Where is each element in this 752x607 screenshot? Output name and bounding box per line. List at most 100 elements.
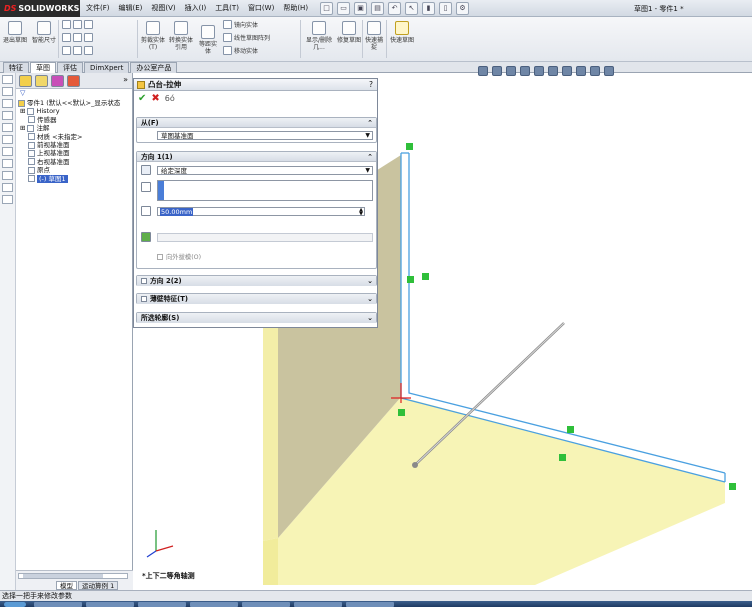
- tab-office-products[interactable]: 办公室产品: [130, 62, 178, 73]
- repair-sketch-button[interactable]: 修复草图: [337, 21, 361, 44]
- taskbar-button[interactable]: [190, 602, 238, 607]
- help-button[interactable]: ?: [369, 79, 373, 91]
- exit-sketch-button[interactable]: 退出草图: [3, 21, 27, 44]
- collapse-chevron-icon[interactable]: ⌃: [367, 152, 373, 162]
- strip-tool-icon[interactable]: [2, 183, 13, 192]
- hide-show-items-icon[interactable]: [562, 66, 572, 76]
- slot-tool[interactable]: [62, 46, 93, 55]
- linear-pattern-button[interactable]: 线性草图阵列: [223, 33, 270, 42]
- trim-entities-button[interactable]: 剪裁实体(T): [141, 21, 165, 51]
- display-style-icon[interactable]: [548, 66, 558, 76]
- apply-scene-icon[interactable]: [590, 66, 600, 76]
- tree-item-history[interactable]: ⊞ History: [16, 107, 132, 115]
- relation-marker[interactable]: [398, 409, 405, 416]
- strip-tool-icon[interactable]: [2, 111, 13, 120]
- property-manager-tab-icon[interactable]: [35, 75, 48, 87]
- ok-check-icon[interactable]: ✔: [138, 93, 146, 104]
- tree-item-front-plane[interactable]: 前视基准面: [16, 141, 132, 149]
- new-file-icon[interactable]: □: [320, 2, 333, 15]
- depth-spinner-icon[interactable]: ▲ ▼: [359, 208, 363, 217]
- tab-sketch[interactable]: 草图: [30, 62, 56, 73]
- tab-features[interactable]: 特征: [3, 62, 29, 73]
- filter-icon[interactable]: ▽: [16, 89, 132, 99]
- rapid-sketch-button[interactable]: 快速草图: [390, 21, 414, 44]
- start-button[interactable]: [4, 602, 26, 607]
- save-icon[interactable]: ▣: [354, 2, 367, 15]
- tab-model[interactable]: 模型: [56, 581, 77, 590]
- relation-marker[interactable]: [559, 454, 566, 461]
- expand-icon[interactable]: ⊞: [20, 124, 25, 132]
- relation-marker[interactable]: [567, 426, 574, 433]
- zoom-to-fit-icon[interactable]: [478, 66, 488, 76]
- offset-entities-button[interactable]: 等距实体: [197, 25, 219, 55]
- draft-toggle-icon[interactable]: [141, 232, 151, 242]
- tree-item-material[interactable]: 材质 <未指定>: [16, 133, 132, 141]
- menu-insert[interactable]: 插入(I): [185, 3, 207, 13]
- expand-panel-icon[interactable]: »: [123, 75, 128, 84]
- taskbar-button[interactable]: [242, 602, 290, 607]
- view-orientation-icon[interactable]: [534, 66, 544, 76]
- zoom-to-area-icon[interactable]: [492, 66, 502, 76]
- taskbar-button[interactable]: [138, 602, 186, 607]
- strip-tool-icon[interactable]: [2, 135, 13, 144]
- tree-item-sketch1[interactable]: (-) 草图1: [16, 174, 132, 183]
- expand-icon[interactable]: ⊞: [20, 107, 25, 115]
- menu-file[interactable]: 文件(F): [86, 3, 110, 13]
- tree-horizontal-scrollbar[interactable]: [18, 573, 128, 579]
- expand-chevron-icon[interactable]: ⌄: [367, 294, 373, 304]
- direction2-checkbox[interactable]: [141, 278, 147, 284]
- rectangle-tool[interactable]: [62, 33, 93, 42]
- tree-item-top-plane[interactable]: 上视基准面: [16, 149, 132, 157]
- tab-dimxpert[interactable]: DimXpert: [84, 62, 130, 73]
- collapse-chevron-icon[interactable]: ⌃: [367, 118, 373, 128]
- tab-motion-study[interactable]: 运动算例 1: [78, 581, 119, 590]
- relation-marker[interactable]: [729, 483, 736, 490]
- menu-help[interactable]: 帮助(H): [283, 3, 308, 13]
- draft-outward-checkbox[interactable]: 向外拔模(O): [157, 252, 201, 261]
- convert-entities-button[interactable]: 转换实体引用: [168, 21, 194, 51]
- feature-manager-tab-icon[interactable]: [19, 75, 32, 87]
- tree-item-sensors[interactable]: 传感器: [16, 116, 132, 124]
- depth-input[interactable]: 50.00mm ▲ ▼: [157, 207, 365, 217]
- taskbar-button[interactable]: [34, 602, 82, 607]
- display-relations-button[interactable]: 显示/删除几...: [304, 21, 334, 51]
- configuration-manager-tab-icon[interactable]: [51, 75, 64, 87]
- edit-appearance-icon[interactable]: [576, 66, 586, 76]
- selected-contours-group-header[interactable]: 所选轮廓(S) ⌄: [137, 313, 376, 323]
- mirror-entities-button[interactable]: 镜向实体: [223, 20, 258, 29]
- quick-snaps-button[interactable]: 快速捕捉: [364, 21, 384, 51]
- tree-item-right-plane[interactable]: 右视基准面: [16, 158, 132, 166]
- strip-tool-icon[interactable]: [2, 75, 13, 84]
- strip-tool-icon[interactable]: [2, 171, 13, 180]
- relation-marker[interactable]: [406, 143, 413, 150]
- menu-window[interactable]: 窗口(W): [248, 3, 274, 13]
- strip-tool-icon[interactable]: [2, 123, 13, 132]
- rebuild-icon[interactable]: ▮: [422, 2, 435, 15]
- line-tool[interactable]: [62, 20, 93, 29]
- relation-marker[interactable]: [407, 276, 414, 283]
- tree-root-part[interactable]: 零件1 (默认<<默认>_显示状态: [16, 99, 132, 107]
- menu-view[interactable]: 视图(V): [151, 3, 175, 13]
- smart-dimension-button[interactable]: 智能尺寸: [31, 21, 57, 44]
- strip-tool-icon[interactable]: [2, 147, 13, 156]
- undo-icon[interactable]: ↶: [388, 2, 401, 15]
- taskbar-button[interactable]: [346, 602, 394, 607]
- taskbar-button[interactable]: [294, 602, 342, 607]
- cancel-x-icon[interactable]: ✖: [151, 93, 159, 104]
- reverse-direction-icon[interactable]: [141, 165, 151, 175]
- solidworks-logo[interactable]: DS SOLIDWORKS: [0, 0, 80, 17]
- strip-tool-icon[interactable]: [2, 87, 13, 96]
- taskbar-button[interactable]: [86, 602, 134, 607]
- scrollbar-thumb[interactable]: [23, 574, 103, 578]
- move-entities-button[interactable]: 移动实体: [223, 46, 258, 55]
- select-icon[interactable]: ↖: [405, 2, 418, 15]
- detailed-preview-icon[interactable]: 6ó: [165, 94, 175, 103]
- thin-feature-group-header[interactable]: 薄壁特征(T) ⌄: [137, 294, 376, 304]
- direction-selection-box[interactable]: [157, 180, 373, 201]
- direction1-group-header[interactable]: 方向 1(1) ⌃: [137, 152, 376, 162]
- expand-chevron-icon[interactable]: ⌄: [367, 276, 373, 286]
- relation-marker[interactable]: [422, 273, 429, 280]
- previous-view-icon[interactable]: [506, 66, 516, 76]
- options-icon[interactable]: ⚙: [456, 2, 469, 15]
- tree-item-origin[interactable]: 原点: [16, 166, 132, 174]
